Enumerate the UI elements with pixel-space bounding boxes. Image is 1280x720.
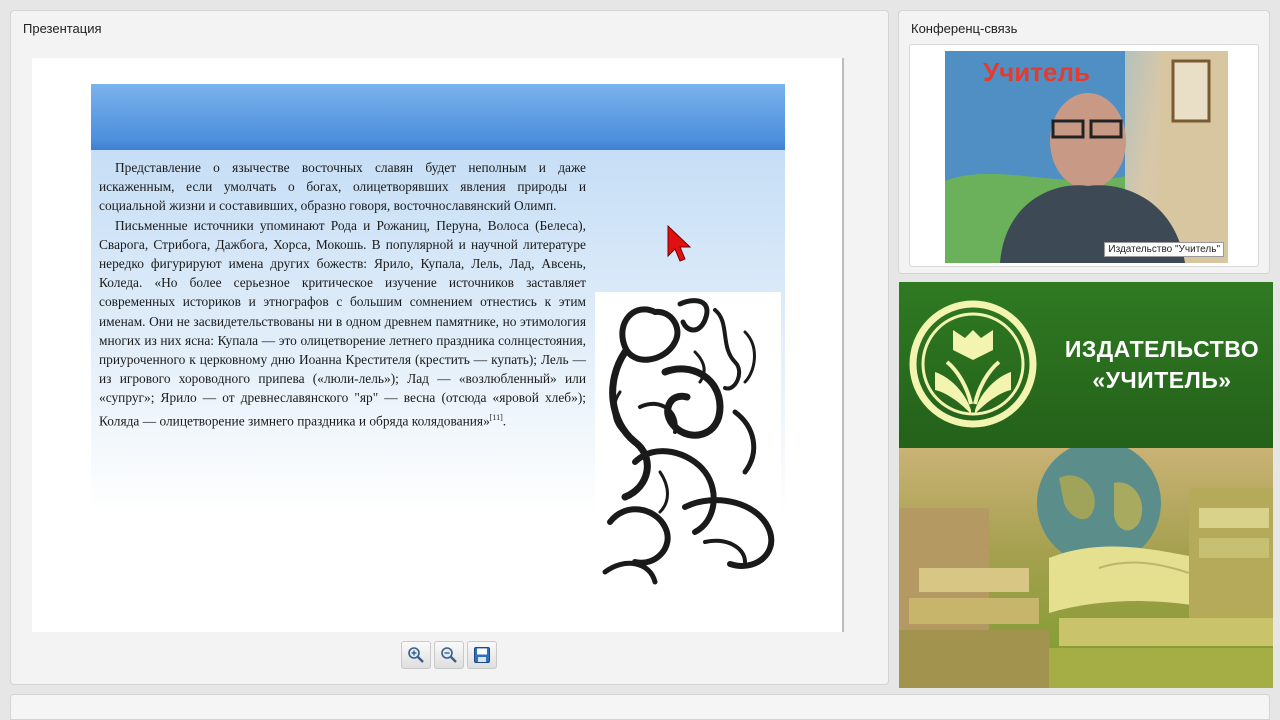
slide-paragraph-2-text: Письменные источники упоминают Рода и Ро…: [99, 217, 586, 429]
conference-panel: Конференц-связь Учитель Издательство "Уч…: [898, 10, 1270, 274]
slavic-ornament-image: [595, 292, 781, 598]
zoom-in-button[interactable]: [401, 641, 431, 669]
publisher-name: ИЗДАТЕЛЬСТВО «УЧИТЕЛЬ»: [1057, 334, 1267, 396]
presentation-toolbar: [401, 641, 497, 671]
slide: Представление о язычестве восточных слав…: [91, 84, 785, 604]
slide-paragraph-2: Письменные источники упоминают Рода и Ро…: [99, 216, 586, 431]
save-icon: [474, 647, 490, 663]
slide-paragraph-1: Представление о язычестве восточных слав…: [99, 160, 586, 214]
bottom-panel: [10, 694, 1270, 720]
video-container: Учитель Издательство "Учитель": [909, 44, 1259, 267]
presentation-title: Презентация: [23, 21, 102, 36]
books-globe-illustration: [899, 441, 1273, 688]
publisher-banner: ИЗДАТЕЛЬСТВО «УЧИТЕЛЬ»: [899, 282, 1273, 688]
slide-text: Представление о язычестве восточных слав…: [99, 158, 586, 430]
presentation-panel: Презентация Представление о язычестве во…: [10, 10, 889, 685]
svg-text:Учитель: Учитель: [983, 57, 1090, 87]
publisher-name-line2: «УЧИТЕЛЬ»: [1092, 367, 1232, 393]
zoom-in-icon: [408, 647, 424, 663]
zoom-out-button[interactable]: [434, 641, 464, 669]
video-caption: Издательство "Учитель": [1104, 242, 1224, 257]
publisher-logo-icon: [909, 300, 1037, 428]
footnote-tail: .: [502, 413, 507, 429]
save-button[interactable]: [467, 641, 497, 669]
webcam-video[interactable]: Учитель Издательство "Учитель": [945, 51, 1228, 263]
slide-viewport[interactable]: Представление о язычестве восточных слав…: [32, 58, 844, 632]
cursor-arrow-icon: [666, 224, 692, 269]
footnote-ref: [11]: [489, 412, 503, 422]
zoom-out-icon: [441, 647, 457, 663]
slide-header-bar: [91, 84, 785, 150]
conference-title: Конференц-связь: [911, 21, 1018, 36]
publisher-name-line1: ИЗДАТЕЛЬСТВО: [1064, 336, 1260, 362]
publisher-logo-area: ИЗДАТЕЛЬСТВО «УЧИТЕЛЬ»: [899, 282, 1273, 448]
